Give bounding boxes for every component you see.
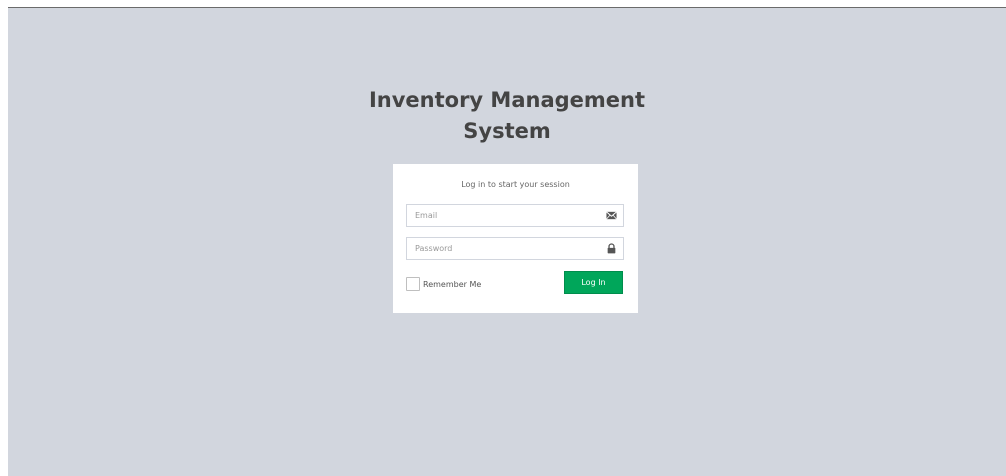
login-button[interactable]: Log In [564,271,623,294]
password-field-group [406,237,624,260]
app-title-line-2: System [463,119,551,143]
envelope-icon [606,211,617,220]
remember-me-checkbox[interactable] [406,277,420,291]
login-page: Inventory Management System Log in to st… [8,7,1006,476]
lock-icon [607,243,616,254]
email-input[interactable] [407,205,605,226]
login-box-message: Log in to start your session [461,180,570,189]
password-input[interactable] [407,238,605,259]
app-title-line-1: Inventory Management [368,88,646,112]
login-box: Log in to start your session Remember Me… [393,164,638,313]
email-field-group [406,204,624,227]
remember-me-label[interactable]: Remember Me [423,279,481,291]
